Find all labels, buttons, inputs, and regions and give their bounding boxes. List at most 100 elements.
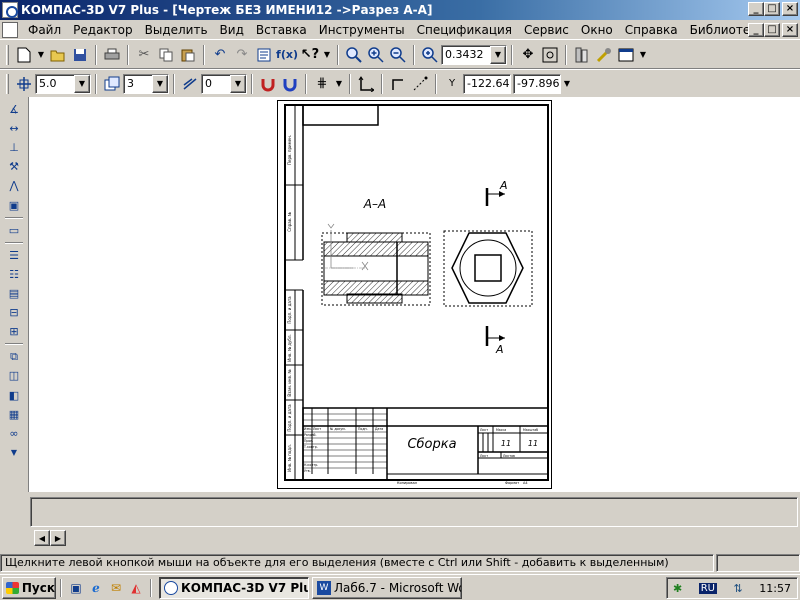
layer-combo[interactable]: 3 ▼ (123, 73, 169, 94)
spec-table-icon[interactable]: ▤ (4, 285, 24, 302)
view-icon[interactable] (615, 44, 637, 66)
chevron-down-icon[interactable]: ▼ (230, 74, 246, 93)
undo-icon[interactable]: ↶ (209, 44, 231, 66)
cut-icon[interactable]: ✂ (133, 44, 155, 66)
copy-icon[interactable] (155, 44, 177, 66)
coords-dropdown-icon[interactable]: ▼ (561, 73, 573, 95)
start-button[interactable]: Пуск (2, 576, 56, 599)
zoom-combo[interactable]: 0.3432 ▼ (441, 44, 507, 65)
spec-icon[interactable]: ☰ (4, 247, 24, 264)
new-dropdown-icon[interactable]: ▼ (35, 44, 47, 66)
chevron-down-icon[interactable]: ▼ (74, 74, 90, 93)
chevron-down-icon[interactable]: ▼ (152, 74, 168, 93)
geometry-icon[interactable]: ∡ (4, 101, 24, 118)
menu-window[interactable]: Окно (575, 20, 619, 40)
library-icon[interactable]: ◫ (4, 367, 24, 384)
local-snap-icon[interactable] (279, 73, 301, 95)
scroll-down-icon[interactable]: ▼ (4, 444, 24, 461)
antivirus-icon[interactable]: ✱ (673, 582, 682, 595)
fx-icon[interactable]: f(x) (275, 44, 299, 66)
mdi-close-button[interactable]: × (782, 23, 798, 37)
minimize-button[interactable]: _ (748, 2, 764, 16)
task-kompas[interactable]: КОМПАС-3D V7 Plus - [... (159, 576, 309, 599)
network-icon[interactable]: ⇅ (734, 582, 743, 595)
select-icon[interactable]: ▭ (4, 222, 24, 239)
snap-magnet-icon[interactable] (257, 73, 279, 95)
symbols-icon[interactable]: ⊥ (4, 139, 24, 156)
parametrization-icon[interactable]: ⋀ (4, 177, 24, 194)
scroll-track[interactable] (66, 530, 800, 546)
grid-icon[interactable]: ⋕ (311, 73, 333, 95)
menu-help[interactable]: Справка (619, 20, 684, 40)
menu-specification[interactable]: Спецификация (411, 20, 518, 40)
edit-icon[interactable]: ⚒ (4, 158, 24, 175)
dimensions-icon[interactable]: ↔ (4, 120, 24, 137)
local-cs-icon[interactable] (355, 73, 377, 95)
paste-icon[interactable] (177, 44, 199, 66)
properties-icon[interactable] (253, 44, 275, 66)
toolbar-grip[interactable] (6, 73, 9, 94)
step-cursor-icon[interactable] (13, 73, 35, 95)
step-combo[interactable]: 5.0 ▼ (35, 73, 91, 94)
help-pointer-icon[interactable]: ↖? (299, 44, 321, 66)
redo-icon[interactable]: ↷ (231, 44, 253, 66)
scroll-right-icon[interactable]: ▶ (50, 530, 66, 546)
coord-x-field[interactable]: -122.64 (463, 73, 511, 94)
kompas-app-icon[interactable] (2, 2, 18, 18)
zoom-window-icon[interactable] (365, 44, 387, 66)
measure-icon[interactable]: ▣ (4, 197, 24, 214)
horizontal-scrollbar[interactable]: ◀ ▶ (34, 530, 800, 546)
grid-dropdown-icon[interactable]: ▼ (333, 73, 345, 95)
layer-icon[interactable] (101, 73, 123, 95)
zoom-scale-icon[interactable] (419, 44, 441, 66)
cursor-coords-icon[interactable] (409, 73, 431, 95)
insert-icon[interactable]: ◧ (4, 387, 24, 404)
title-bar[interactable]: КОМПАС-3D V7 Plus - [Чертеж БЕЗ ИМЕНИ12 … (0, 0, 800, 20)
zoom-in-icon[interactable] (343, 44, 365, 66)
mdi-minimize-button[interactable]: _ (748, 23, 764, 37)
close-button[interactable]: × (782, 2, 798, 16)
line-style-icon[interactable] (179, 73, 201, 95)
drawing-sheet[interactable]: Перв. примен. Справ. № Подп. и дата Инв.… (277, 100, 552, 489)
spec-add-icon[interactable]: ☷ (4, 266, 24, 283)
internet-explorer-icon[interactable]: ℯ (87, 579, 105, 597)
print-icon[interactable] (101, 44, 123, 66)
chevron-down-icon[interactable]: ▼ (490, 45, 506, 64)
menu-view[interactable]: Вид (214, 20, 250, 40)
zoom-fit-icon[interactable] (539, 44, 561, 66)
zoom-out-icon[interactable] (387, 44, 409, 66)
scroll-left-icon[interactable]: ◀ (34, 530, 50, 546)
menu-file[interactable]: Файл (22, 20, 67, 40)
outlook-express-icon[interactable]: ✉ (107, 579, 125, 597)
maximize-button[interactable]: □ (764, 2, 780, 16)
open-icon[interactable] (47, 44, 69, 66)
document-icon[interactable] (2, 21, 18, 38)
task-word[interactable]: W Лаб6.7 - Microsoft Word (312, 576, 462, 599)
save-icon[interactable] (69, 44, 91, 66)
mdi-restore-button[interactable]: □ (764, 23, 780, 37)
menu-service[interactable]: Сервис (518, 20, 575, 40)
new-icon[interactable] (13, 44, 35, 66)
menu-insert[interactable]: Вставка (250, 20, 313, 40)
library-manager-icon[interactable] (571, 44, 593, 66)
associative-view-icon[interactable]: ⊟ (4, 304, 24, 321)
pan-icon[interactable]: ✥ (517, 44, 539, 66)
style-combo[interactable]: 0 ▼ (201, 73, 247, 94)
language-indicator[interactable]: RU (698, 582, 718, 594)
view-dropdown-icon[interactable]: ▼ (637, 44, 649, 66)
toolbar-grip[interactable] (6, 44, 9, 65)
menu-select[interactable]: Выделить (139, 20, 214, 40)
app-rainbow-icon[interactable]: ◭ (127, 579, 145, 597)
chain-icon[interactable]: ∞ (4, 425, 24, 442)
tools-icon[interactable] (593, 44, 615, 66)
coord-y-field[interactable]: -97.896 (513, 73, 561, 94)
view-ops-icon[interactable]: ⊞ (4, 323, 24, 340)
fragment-icon[interactable]: ⧉ (4, 348, 24, 365)
show-desktop-icon[interactable]: ▣ (67, 579, 85, 597)
ortho-icon[interactable] (387, 73, 409, 95)
menu-tools[interactable]: Инструменты (313, 20, 411, 40)
help-dropdown-icon[interactable]: ▼ (321, 44, 333, 66)
clock[interactable]: 11:57 (759, 582, 791, 595)
menu-editor[interactable]: Редактор (67, 20, 138, 40)
table-icon[interactable]: ▦ (4, 406, 24, 423)
